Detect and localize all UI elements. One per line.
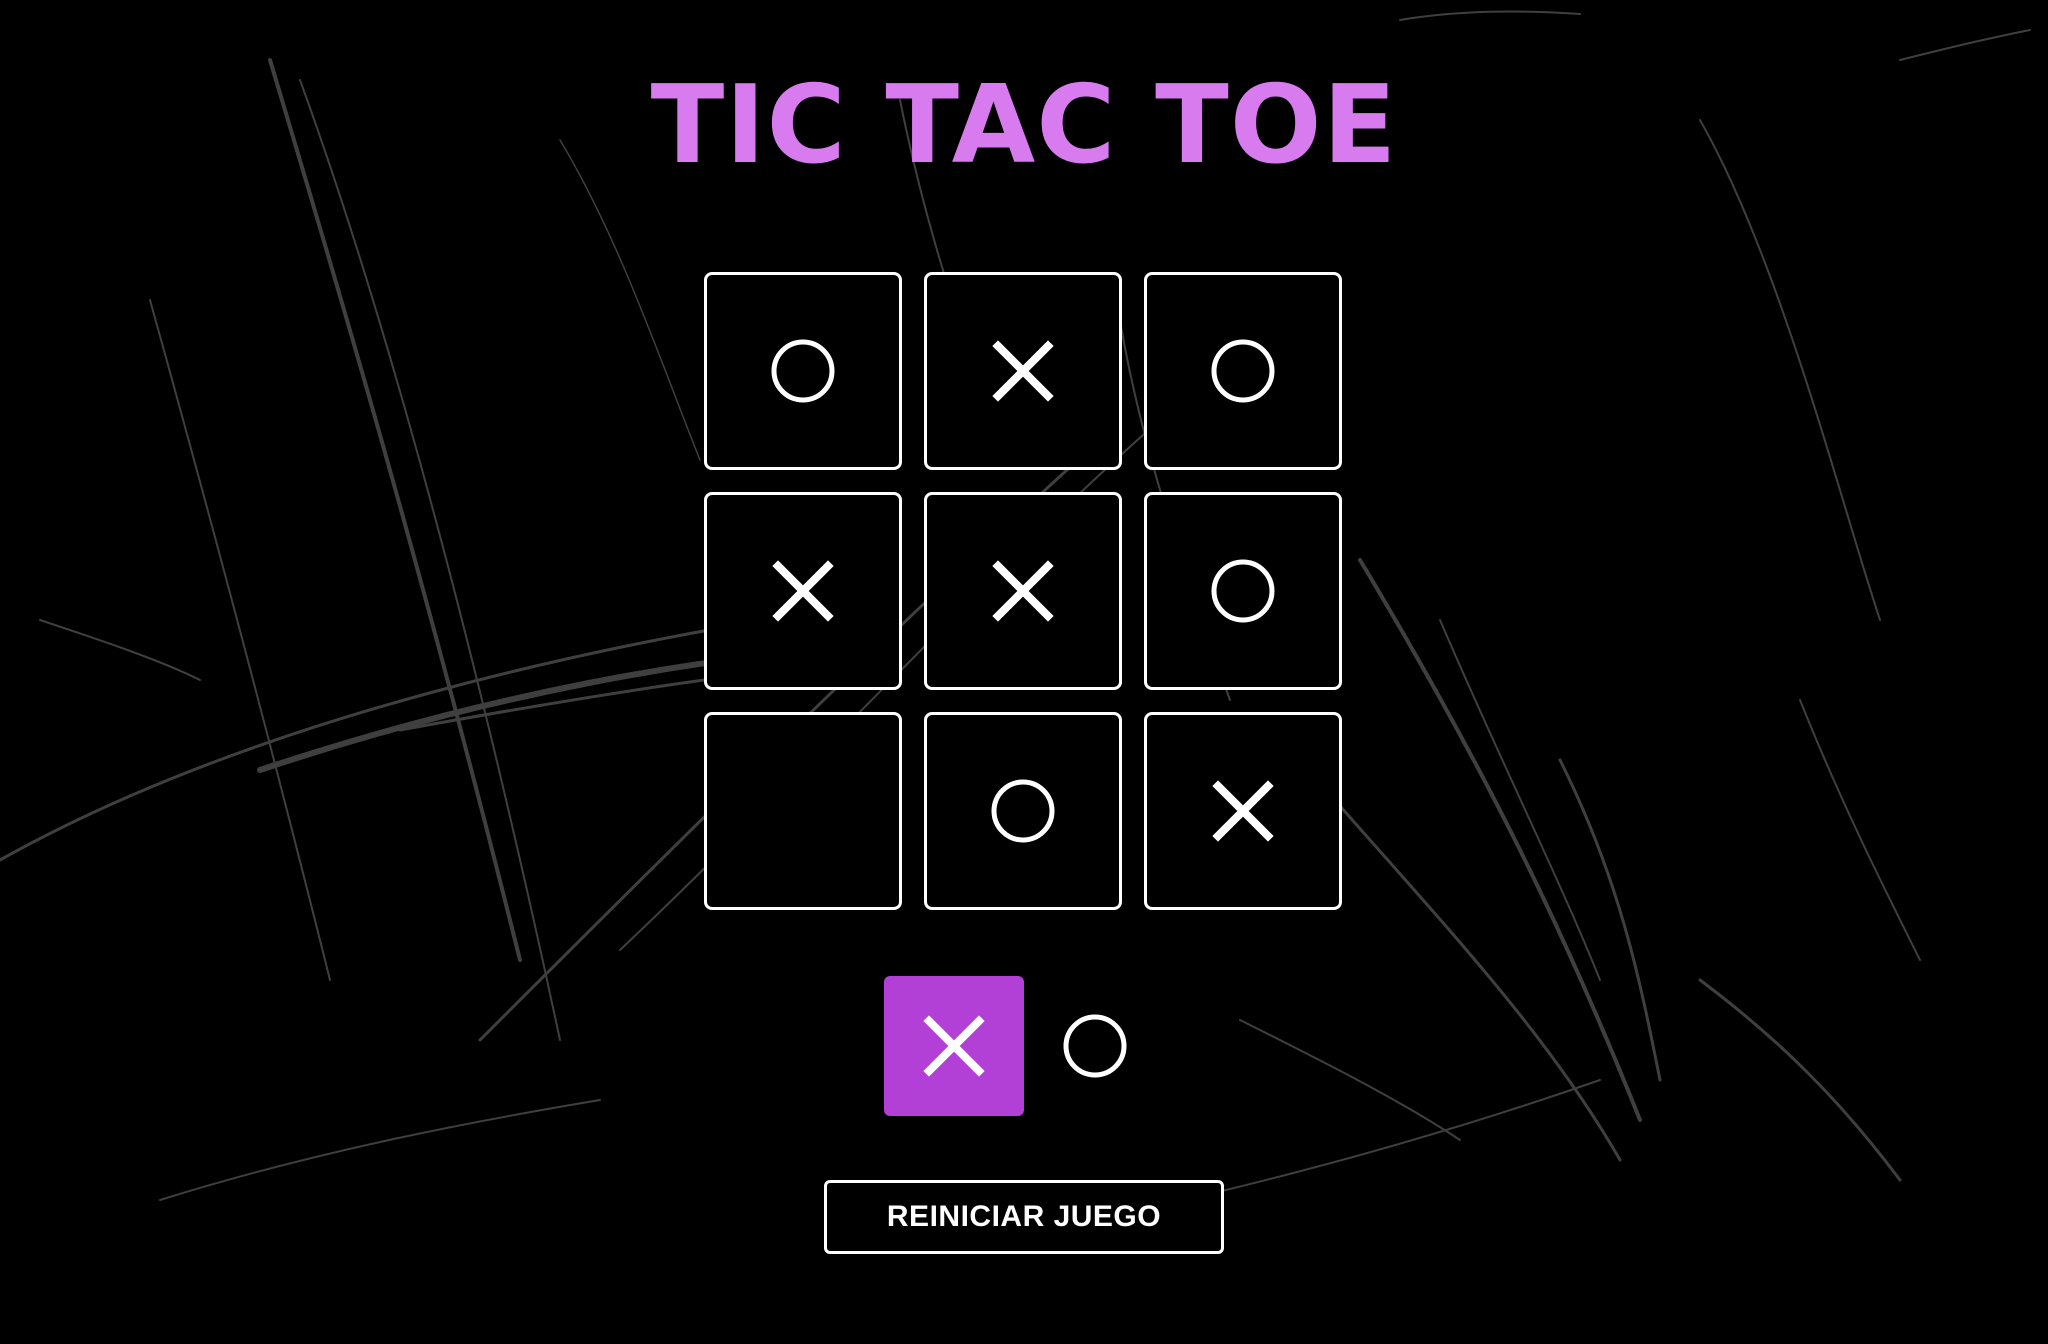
turn-indicator <box>884 976 1130 1116</box>
board-cell[interactable] <box>924 712 1122 910</box>
x-mark-icon <box>772 560 834 622</box>
board-cell[interactable] <box>704 272 902 470</box>
x-mark-icon <box>1212 780 1274 842</box>
board-cell[interactable] <box>1144 712 1342 910</box>
o-mark-icon <box>991 779 1055 843</box>
turn-option-x[interactable] <box>884 976 1024 1116</box>
game-screen: TIC TAC TOE REINICIAR JUEGO <box>0 0 2048 1344</box>
game-title: TIC TAC TOE <box>650 63 1398 188</box>
board-cell[interactable] <box>924 272 1122 470</box>
o-mark-icon <box>1063 1014 1127 1078</box>
board-cell[interactable] <box>924 492 1122 690</box>
board-cell[interactable] <box>704 492 902 690</box>
board-cell[interactable] <box>704 712 902 910</box>
x-mark-icon <box>992 340 1054 402</box>
reset-game-button[interactable]: REINICIAR JUEGO <box>824 1180 1224 1254</box>
o-mark-icon <box>1211 339 1275 403</box>
turn-option-o[interactable] <box>1060 976 1130 1116</box>
x-mark-icon <box>992 560 1054 622</box>
board-cell[interactable] <box>1144 272 1342 470</box>
o-mark-icon <box>771 339 835 403</box>
o-mark-icon <box>1211 559 1275 623</box>
game-board <box>704 272 1344 912</box>
board-cell[interactable] <box>1144 492 1342 690</box>
x-mark-icon <box>923 1015 985 1077</box>
